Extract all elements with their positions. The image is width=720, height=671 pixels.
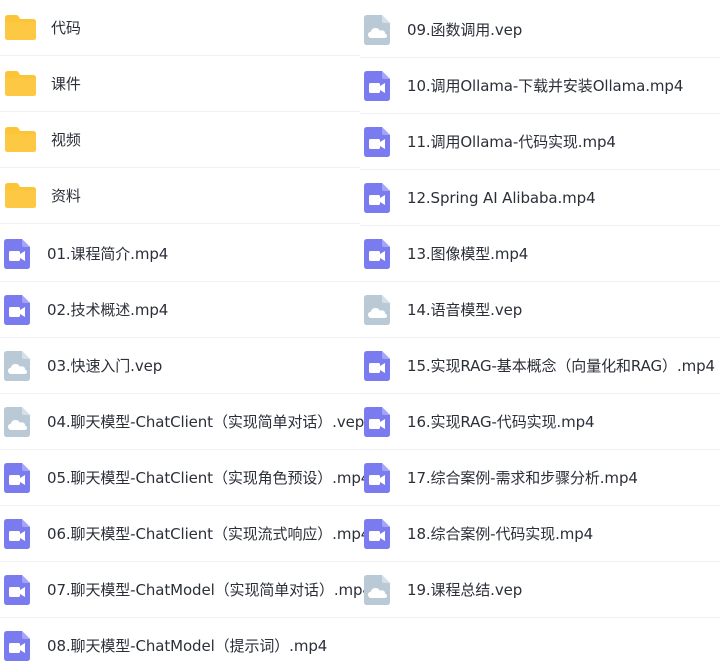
file-item[interactable]: 15.实现RAG-基本概念（向量化和RAG）.mp4	[360, 338, 720, 394]
item-label: 11.调用Ollama-代码实现.mp4	[407, 133, 616, 151]
video-file-icon	[363, 462, 391, 493]
video-file-icon	[363, 70, 391, 101]
video-file-icon	[3, 518, 31, 549]
video-file-icon	[3, 630, 31, 661]
file-item[interactable]: 03.快速入门.vep	[0, 338, 360, 394]
video-file-icon	[363, 182, 391, 213]
item-label: 10.调用Ollama-下载并安装Ollama.mp4	[407, 77, 684, 95]
folder-item[interactable]: 视频	[0, 112, 360, 168]
video-file-icon	[3, 462, 31, 493]
file-item[interactable]: 09.函数调用.vep	[360, 2, 720, 58]
item-label: 01.课程简介.mp4	[47, 245, 169, 263]
file-item[interactable]: 17.综合案例-需求和步骤分析.mp4	[360, 450, 720, 506]
cloud-file-icon	[363, 294, 391, 325]
item-label: 课件	[51, 75, 81, 93]
file-item[interactable]: 06.聊天模型-ChatClient（实现流式响应）.mp4	[0, 506, 370, 562]
item-label: 02.技术概述.mp4	[47, 301, 169, 319]
video-file-icon	[363, 406, 391, 437]
item-label: 05.聊天模型-ChatClient（实现角色预设）.mp4	[47, 469, 371, 487]
item-label: 资料	[51, 187, 81, 205]
folder-item[interactable]: 资料	[0, 168, 360, 224]
folder-icon	[4, 69, 37, 99]
file-item[interactable]: 02.技术概述.mp4	[0, 282, 360, 338]
item-label: 视频	[51, 131, 81, 149]
item-label: 12.Spring AI Alibaba.mp4	[407, 188, 596, 207]
file-grid: 代码课件视频资料 01.课程简介.mp4 02.技术概述.mp4 03.快速入门.ve…	[0, 0, 720, 671]
file-item[interactable]: 01.课程简介.mp4	[0, 226, 360, 282]
file-item[interactable]: 05.聊天模型-ChatClient（实现角色预设）.mp4	[0, 450, 370, 506]
file-item[interactable]: 10.调用Ollama-下载并安装Ollama.mp4	[360, 58, 720, 114]
video-file-icon	[3, 294, 31, 325]
video-file-icon	[3, 574, 31, 605]
cloud-file-icon	[3, 350, 31, 381]
file-item[interactable]: 04.聊天模型-ChatClient（实现简单对话）.vep	[0, 394, 364, 450]
item-label: 04.聊天模型-ChatClient（实现简单对话）.vep	[47, 413, 365, 431]
file-item[interactable]: 13.图像模型.mp4	[360, 226, 720, 282]
folder-icon	[4, 125, 37, 155]
file-item[interactable]: 19.课程总结.vep	[360, 562, 720, 618]
cloud-file-icon	[3, 406, 31, 437]
item-label: 07.聊天模型-ChatModel（实现简单对话）.mp4	[47, 581, 372, 599]
file-item[interactable]: 11.调用Ollama-代码实现.mp4	[360, 114, 720, 170]
item-label: 19.课程总结.vep	[407, 581, 523, 599]
item-label: 08.聊天模型-ChatModel（提示词）.mp4	[47, 637, 328, 655]
folder-item[interactable]: 代码	[0, 0, 360, 56]
folder-icon	[4, 181, 37, 211]
file-item[interactable]: 18.综合案例-代码实现.mp4	[360, 506, 720, 562]
item-label: 代码	[51, 19, 81, 37]
file-item[interactable]: 08.聊天模型-ChatModel（提示词）.mp4	[0, 618, 360, 671]
item-label: 15.实现RAG-基本概念（向量化和RAG）.mp4	[407, 357, 715, 375]
file-item[interactable]: 07.聊天模型-ChatModel（实现简单对话）.mp4	[0, 562, 372, 618]
folder-icon	[4, 13, 37, 43]
item-label: 17.综合案例-需求和步骤分析.mp4	[407, 469, 638, 487]
video-file-icon	[363, 518, 391, 549]
video-file-icon	[3, 238, 31, 269]
video-file-icon	[363, 126, 391, 157]
video-file-icon	[363, 238, 391, 269]
file-item[interactable]: 16.实现RAG-代码实现.mp4	[360, 394, 720, 450]
item-label: 06.聊天模型-ChatClient（实现流式响应）.mp4	[47, 525, 371, 543]
cloud-file-icon	[363, 14, 391, 45]
file-item[interactable]: 14.语音模型.vep	[360, 282, 720, 338]
folder-item[interactable]: 课件	[0, 56, 360, 112]
cloud-file-icon	[363, 574, 391, 605]
item-label: 16.实现RAG-代码实现.mp4	[407, 413, 595, 431]
item-label: 03.快速入门.vep	[47, 357, 163, 375]
item-label: 13.图像模型.mp4	[407, 245, 529, 263]
item-label: 14.语音模型.vep	[407, 301, 523, 319]
video-file-icon	[363, 350, 391, 381]
item-label: 09.函数调用.vep	[407, 21, 523, 39]
item-label: 18.综合案例-代码实现.mp4	[407, 525, 594, 543]
file-item[interactable]: 12.Spring AI Alibaba.mp4	[360, 170, 720, 226]
